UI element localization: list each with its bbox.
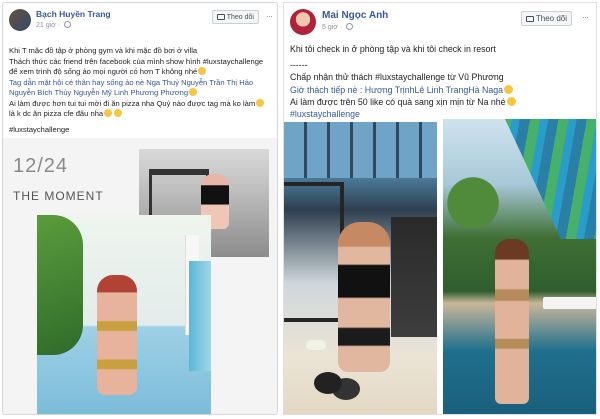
- emoji-icon: [504, 84, 514, 94]
- post-separator: ------: [290, 60, 308, 71]
- emoji-icon: [198, 67, 207, 75]
- post-time[interactable]: 5 giờ ·: [322, 23, 354, 31]
- tree-shape: [37, 215, 83, 355]
- post-right: Mai Ngọc Anh 5 giờ · Theo dõi ··· Khi tô…: [283, 2, 597, 415]
- post-line: Ai làm được trên 50 like có quà sang xịn…: [290, 96, 594, 108]
- rack-shape: [284, 182, 344, 322]
- post-line-tags[interactable]: Nguyễn Bích Thủy Nguyễn Mỹ Linh Phương P…: [9, 88, 277, 99]
- person-figure: [97, 275, 137, 395]
- globe-icon: [64, 21, 72, 28]
- follow-button[interactable]: Theo dõi: [211, 10, 259, 24]
- moment-title: THE MOMENT: [13, 189, 104, 203]
- shoes-shape: [306, 340, 326, 350]
- post-text: Khi T mặc đồ tập ở phòng gym và khi mặc …: [9, 46, 277, 135]
- emoji-icon: [256, 98, 265, 107]
- globe-icon: [346, 23, 354, 30]
- person-figure: [495, 239, 529, 404]
- follow-icon: [525, 15, 534, 22]
- palm-shape: [443, 159, 503, 269]
- gym-machine: [391, 217, 437, 337]
- post-text: Khi tôi check in ở phòng tập và khi tôi …: [290, 43, 594, 120]
- moment-date: 12/24: [13, 155, 69, 177]
- hashtag-link[interactable]: #luxstaychallenge: [9, 125, 277, 136]
- pool-photo[interactable]: [189, 261, 211, 371]
- gym-photo[interactable]: [284, 122, 437, 414]
- person-figure: [338, 222, 390, 372]
- post-line-tags[interactable]: Giờ thách tiếp nè : Hương TrịnhLê Linh T…: [290, 84, 594, 96]
- post-time[interactable]: 21 giờ ·: [36, 21, 72, 29]
- post-line: Khi tôi check in ở phòng tập và khi tôi …: [290, 44, 496, 54]
- post-line: Ai làm được hơn tui tui mời đi ăn pizza …: [9, 98, 277, 110]
- post-line: Khi T mặc đồ tập ở phòng gym và khi mặc …: [9, 46, 198, 55]
- avatar[interactable]: [9, 9, 31, 31]
- emoji-icon: [104, 109, 113, 117]
- avatar[interactable]: [290, 9, 316, 35]
- post-header: Bạch Huyền Trang 21 giờ · Theo dõi ···: [3, 3, 277, 35]
- author-name[interactable]: Mai Ngọc Anh: [322, 10, 388, 21]
- window-shape: [284, 122, 437, 178]
- post-line: là k dc ăn pizza cfe đâu nha: [9, 109, 277, 120]
- emoji-icon: [189, 88, 198, 96]
- post-line: Chấp nhận thử thách #luxstaychallenge từ…: [290, 72, 504, 83]
- post-line-tags[interactable]: Tag dẫn mặt hội cé thân hay sống ảo nè N…: [9, 78, 277, 89]
- more-options-icon[interactable]: ···: [266, 11, 273, 21]
- post-line: để xem trình độ sống ảo mọi người có hơn…: [9, 67, 277, 78]
- post-line: Thách thức các friend trên facebook của …: [9, 56, 264, 66]
- emoji-icon: [506, 96, 516, 106]
- author-name[interactable]: Bạch Huyền Trang: [36, 9, 111, 19]
- follow-button[interactable]: Theo dõi: [520, 11, 572, 26]
- lounger-shape: [543, 297, 596, 309]
- villa-photo[interactable]: [37, 215, 211, 414]
- resort-photo[interactable]: [443, 119, 596, 414]
- follow-icon: [216, 14, 225, 20]
- more-options-icon[interactable]: ···: [582, 12, 589, 22]
- post-left: Bạch Huyền Trang 21 giờ · Theo dõi ··· K…: [2, 2, 278, 415]
- post-header: Mai Ngọc Anh 5 giờ · Theo dõi ···: [284, 3, 596, 35]
- dumbbell-shape: [314, 372, 342, 394]
- emoji-icon: [114, 109, 123, 117]
